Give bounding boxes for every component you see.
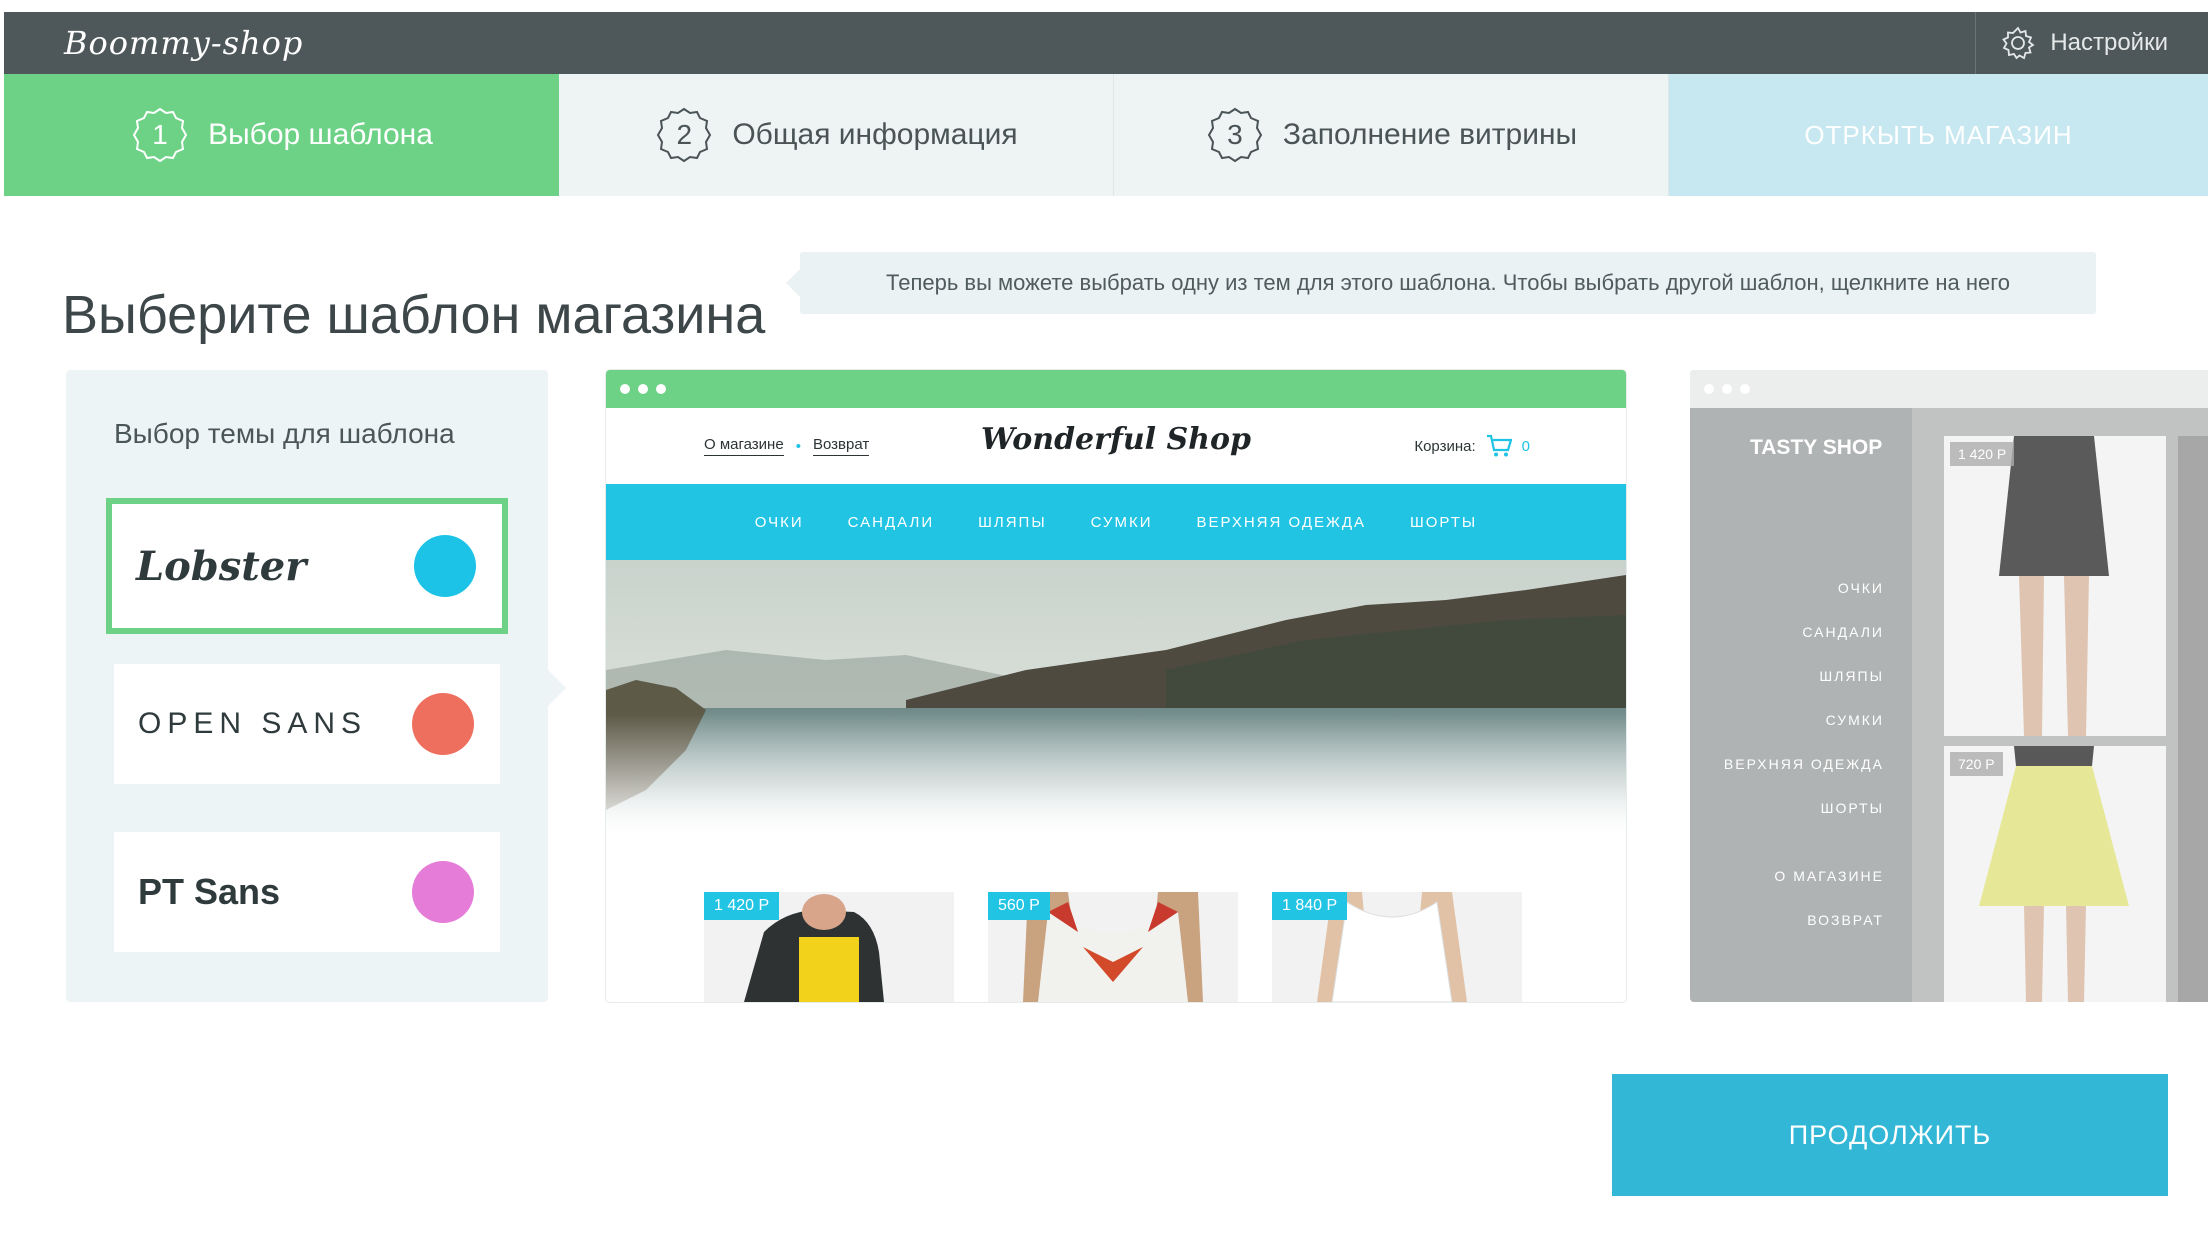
hint-tooltip: Теперь вы можете выбрать одну из тем для… <box>786 252 2096 314</box>
step-number-badge: 3 <box>1205 105 1265 165</box>
step-template[interactable]: 1 Выбор шаблона <box>4 74 559 196</box>
color-swatch <box>412 693 474 755</box>
product-card: 560 Р <box>988 892 1238 1002</box>
wizard-steps: 1 Выбор шаблона 2 Общая информация 3 Зап… <box>4 74 2208 196</box>
preview-nav-item: ВЕРХНЯЯ ОДЕЖДА <box>1196 513 1367 531</box>
settings-label: Настройки <box>2050 29 2168 56</box>
step-open-shop[interactable]: ОТРКЫТЬ МАГАЗИН <box>1669 74 2208 196</box>
theme-panel: Выбор темы для шаблона Lobster OPEN SANS… <box>66 370 566 1002</box>
price-tag: 1 840 Р <box>1272 892 1348 920</box>
step-label: Заполнение витрины <box>1282 118 1578 151</box>
cart-icon <box>1486 434 1512 457</box>
continue-button[interactable]: ПРОДОЛЖИТЬ <box>1612 1074 2168 1196</box>
preview-nav-item: СУМКИ <box>1090 513 1153 531</box>
product-card: 1 420 Р <box>704 892 954 1002</box>
theme-name: OPEN SANS <box>138 707 368 740</box>
cart-count: 0 <box>1521 437 1530 455</box>
theme-option-pt-sans[interactable]: PT Sans <box>114 832 500 952</box>
theme-option-open-sans[interactable]: OPEN SANS <box>114 664 500 784</box>
hint-text: Теперь вы можете выбрать одну из тем для… <box>886 270 2010 295</box>
template-preview-wonderful[interactable]: О магазине • Возврат Wonderful Shop Корз… <box>606 370 1626 1002</box>
step-general-info[interactable]: 2 Общая информация <box>559 74 1114 196</box>
theme-name: Lobster <box>136 542 307 590</box>
preview-nav-item: САНДАЛИ <box>847 513 935 531</box>
preview-products: 1 420 Р 560 Р 1 840 Р <box>704 892 1522 1002</box>
app-frame: Boommy-shop Настройки 1 Выбор шаблона 2 <box>4 12 2208 1248</box>
theme-panel-title: Выбор темы для шаблона <box>114 418 455 449</box>
cart-label: Корзина: <box>1414 437 1476 455</box>
color-swatch <box>412 861 474 923</box>
window-dots-icon <box>620 384 666 394</box>
step-label: Общая информация <box>732 118 1018 151</box>
preview-nav-item: ШОРТЫ <box>1410 513 1478 531</box>
step-number-badge: 2 <box>654 105 714 165</box>
preview-nav-item: ШЛЯПЫ <box>978 513 1047 531</box>
step-label: ОТРКЫТЬ МАГАЗИН <box>1804 119 2073 150</box>
preview-hero-image <box>606 560 1626 840</box>
price-tag: 560 Р <box>988 892 1050 920</box>
product-card: 1 840 Р <box>1272 892 1522 1002</box>
preview-window-bar <box>606 370 1626 408</box>
step-storefront[interactable]: 3 Заполнение витрины <box>1114 74 1669 196</box>
gear-icon <box>2002 26 2035 60</box>
preview-header: О магазине • Возврат Wonderful Shop Корз… <box>606 408 1626 484</box>
page-title: Выберите шаблон магазина <box>62 285 766 346</box>
step-label: Выбор шаблона <box>208 118 433 151</box>
template-preview-tasty[interactable]: TASTY SHOP ОЧКИ САНДАЛИ ШЛЯПЫ СУМКИ ВЕРХ… <box>1690 370 2208 1002</box>
step-number-badge: 1 <box>130 105 190 165</box>
theme-name: PT Sans <box>138 871 281 912</box>
top-bar: Boommy-shop Настройки <box>4 12 2208 74</box>
preview-nav-item: ОЧКИ <box>754 513 804 531</box>
preview2-dim-overlay <box>1690 370 2208 1002</box>
theme-option-lobster[interactable]: Lobster <box>106 498 508 634</box>
price-tag: 1 420 Р <box>704 892 780 920</box>
app-logo[interactable]: Boommy-shop <box>64 24 303 62</box>
color-swatch <box>414 535 476 597</box>
preview-cart: Корзина: 0 <box>1414 434 1530 458</box>
settings-button[interactable]: Настройки <box>1975 12 2168 74</box>
preview-nav: ОЧКИ САНДАЛИ ШЛЯПЫ СУМКИ ВЕРХНЯЯ ОДЕЖДА … <box>606 484 1626 560</box>
